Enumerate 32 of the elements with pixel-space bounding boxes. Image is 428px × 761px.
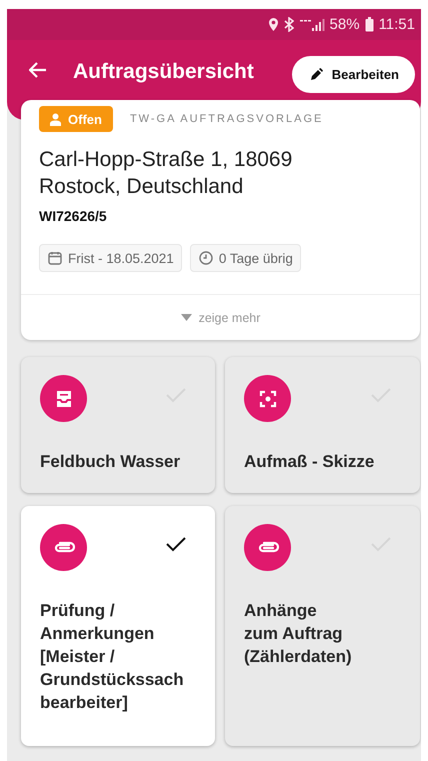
- task-tile[interactable]: Aufmaß - Skizze: [225, 357, 420, 493]
- address: Carl-Hopp-Straße 1, 18069 Rostock, Deutschland: [39, 147, 294, 200]
- bluetooth-icon: [284, 17, 294, 32]
- signal-icon: [298, 18, 325, 32]
- chip-text: Frist - 18.05.2021: [68, 250, 174, 266]
- clock-icon: [198, 251, 213, 265]
- tile-title: Feldbuch Wasser: [40, 451, 182, 473]
- tile-title: Prüfung / Anmerkungen [Meister / Grundstückssach bearbeiter]: [40, 600, 185, 714]
- status-text: Offen: [68, 112, 102, 126]
- template-label: TW-GA AUFTRAGSVORLAGE: [130, 113, 324, 125]
- focus-icon: [244, 375, 291, 422]
- pencil-icon: [310, 68, 323, 81]
- task-tile[interactable]: Anhänge zum Auftrag (Zählerdaten): [225, 506, 420, 746]
- task-tile[interactable]: Feldbuch Wasser: [21, 357, 215, 493]
- inbox-icon: [40, 375, 87, 422]
- task-tile[interactable]: Prüfung / Anmerkungen [Meister / Grundstückssach bearbeiter]: [21, 506, 215, 746]
- back-button[interactable]: [29, 62, 47, 78]
- edit-button[interactable]: Bearbeiten: [292, 56, 415, 93]
- screen-title: Auftragsübersicht: [73, 60, 255, 84]
- battery-percent: 58%: [330, 16, 360, 33]
- battery-icon: [364, 17, 374, 32]
- person-icon: [50, 112, 61, 126]
- calendar-icon: [48, 251, 62, 265]
- chip-text: 0 Tage übrig: [218, 250, 293, 266]
- tile-title: Anhänge zum Auftrag (Zählerdaten): [244, 600, 353, 668]
- paperclip-icon: [40, 524, 87, 571]
- clock-time: 11:51: [378, 16, 415, 33]
- location-icon: [268, 17, 279, 32]
- paperclip-icon: [244, 524, 291, 571]
- tile-title: Aufmaß - Skizze: [244, 451, 376, 473]
- caret-icon: [180, 314, 192, 321]
- order-number: WI72626/5: [39, 208, 108, 224]
